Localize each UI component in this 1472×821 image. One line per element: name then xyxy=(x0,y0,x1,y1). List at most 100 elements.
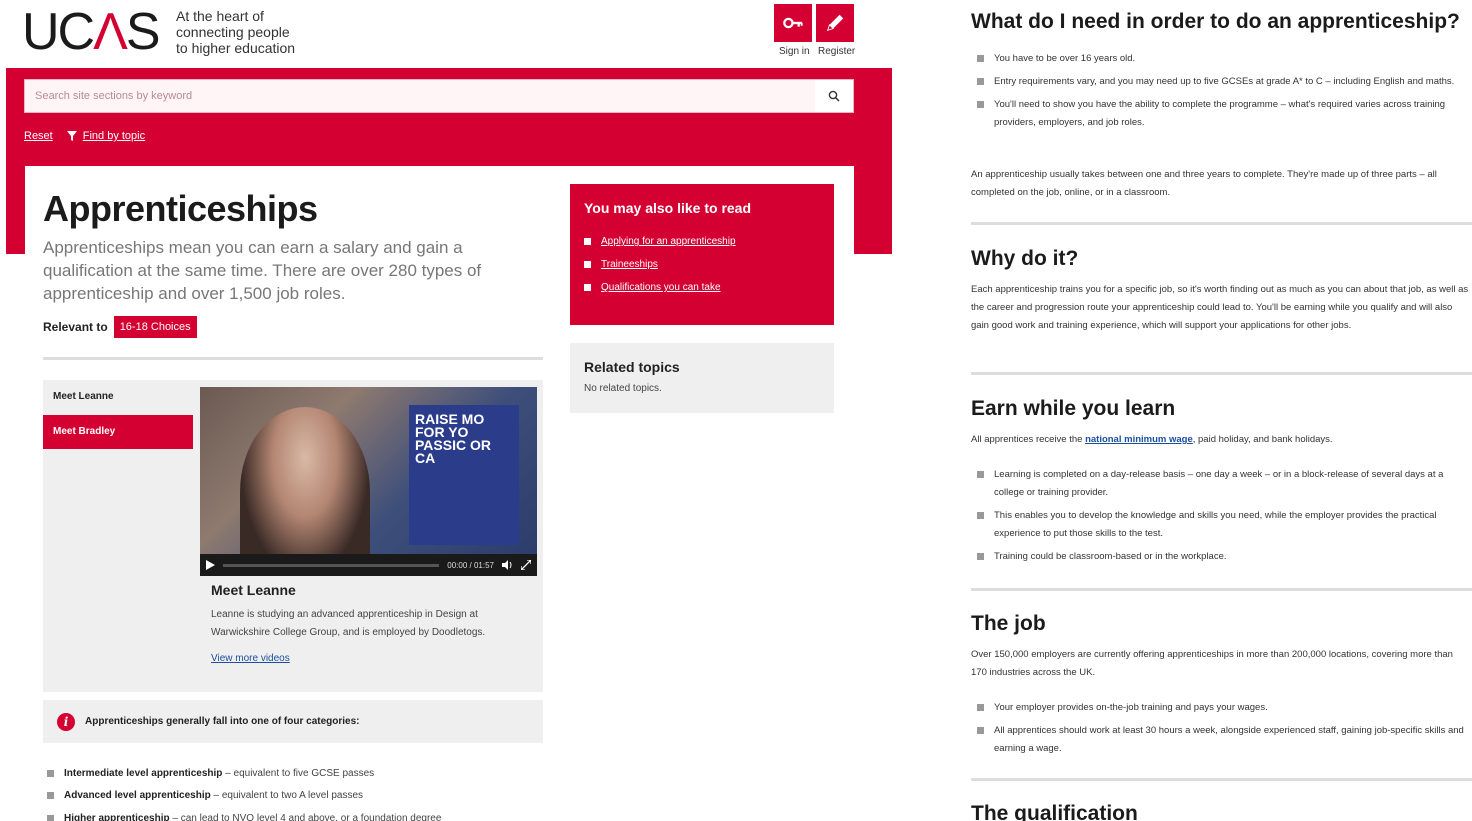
list-item-text: Training could be classroom-based or in … xyxy=(994,551,1227,562)
list-item-text: You'll need to show you have the ability… xyxy=(994,99,1446,128)
filter-icon xyxy=(66,131,77,141)
key-icon xyxy=(783,17,803,29)
list-item: You'll need to show you have the ability… xyxy=(977,96,1472,132)
why-paragraph: Each apprenticeship trains you for a spe… xyxy=(971,284,1469,331)
section-title-qualification: The qualification xyxy=(971,802,1138,821)
also-read-link[interactable]: Traineeships xyxy=(601,259,658,270)
left-page: UCΛS At the heart of connecting people t… xyxy=(0,0,900,821)
info-icon: i xyxy=(57,712,75,731)
right-page: What do I need in order to do an apprent… xyxy=(971,0,1472,821)
video-progress[interactable] xyxy=(223,563,440,567)
also-read-title: You may also like to read xyxy=(584,200,752,216)
also-read-link[interactable]: Qualifications you can take xyxy=(601,282,721,293)
category-list: Intermediate level apprenticeship – equi… xyxy=(47,762,441,821)
register-label[interactable]: Register xyxy=(818,46,855,57)
earn-list: Learning is completed on a day-release b… xyxy=(977,466,1472,571)
also-read-panel: You may also like to read Applying for a… xyxy=(570,184,834,325)
tagline: At the heart of connecting people to hig… xyxy=(176,8,295,56)
list-item-text: You have to be over 16 years old. xyxy=(994,53,1136,64)
related-topics-title: Related topics xyxy=(584,359,680,375)
divider xyxy=(971,778,1472,781)
related-topics-panel: Related topics No related topics. xyxy=(570,343,834,413)
also-read-item: Applying for an apprenticeship xyxy=(584,230,820,253)
info-box: i Apprenticeships generally fall into on… xyxy=(43,700,543,743)
sign-in-button[interactable] xyxy=(774,4,812,42)
search-button[interactable] xyxy=(815,80,853,112)
divider xyxy=(971,372,1472,375)
category-name: Intermediate level apprenticeship xyxy=(64,767,223,779)
list-item-text: Learning is completed on a day-release b… xyxy=(994,469,1444,498)
list-item: Higher apprenticeship – can lead to NVQ … xyxy=(47,807,441,821)
main-content: Apprenticeships Apprenticeships mean you… xyxy=(25,166,854,821)
find-by-topic-link[interactable]: Find by topic xyxy=(83,130,145,142)
view-more-videos-link[interactable]: View more videos xyxy=(211,653,290,664)
category-desc: – equivalent to two A level passes xyxy=(210,790,364,802)
list-item: Advanced level apprenticeship – equivale… xyxy=(47,785,441,808)
video-player[interactable]: RAISE MO FOR YO PASSIC OR CA 00:00 / 01:… xyxy=(200,387,537,576)
relevant-badge[interactable]: 16-18 Choices xyxy=(113,316,197,338)
list-item: Learning is completed on a day-release b… xyxy=(977,466,1472,502)
page-title: Apprenticeships xyxy=(43,188,318,229)
need-paragraph: An apprenticeship usually takes between … xyxy=(971,169,1437,198)
ucas-logo[interactable]: UCΛS xyxy=(22,6,161,58)
video-poster-text: RAISE MO FOR YO PASSIC OR CA xyxy=(409,405,519,545)
tagline-line: to higher education xyxy=(176,40,296,56)
divider xyxy=(43,357,543,360)
also-read-item: Traineeships xyxy=(584,253,820,276)
sign-in-label[interactable]: Sign in xyxy=(779,46,810,57)
find-by-topic[interactable]: Find by topic xyxy=(66,130,145,142)
video-title: Meet Leanne xyxy=(211,582,296,598)
search-input[interactable]: Search site sections by keyword xyxy=(24,79,854,113)
tab-meet-bradley[interactable]: Meet Bradley xyxy=(43,415,193,449)
list-item-text: Entry requirements vary, and you may nee… xyxy=(994,76,1455,87)
list-item: Training could be classroom-based or in … xyxy=(977,548,1472,566)
relevant-label: Relevant to xyxy=(43,320,108,334)
video-controls: 00:00 / 01:57 xyxy=(200,554,537,576)
tagline-line: At the heart of xyxy=(176,8,264,24)
also-read-item: Qualifications you can take xyxy=(584,276,820,299)
job-list: Your employer provides on-the-job traini… xyxy=(977,699,1472,763)
tab-meet-leanne[interactable]: Meet Leanne xyxy=(43,380,193,414)
search-tools: Reset Find by topic xyxy=(24,130,145,142)
section-title-job: The job xyxy=(971,612,1046,635)
divider xyxy=(971,588,1472,591)
earn-intro-text: , paid holiday, and bank holidays. xyxy=(1192,434,1333,445)
section-title-earn: Earn while you learn xyxy=(971,397,1176,420)
list-item: Entry requirements vary, and you may nee… xyxy=(977,73,1472,91)
list-item: Your employer provides on-the-job traini… xyxy=(977,699,1472,717)
also-read-link[interactable]: Applying for an apprenticeship xyxy=(601,236,736,247)
list-item-text: This enables you to develop the knowledg… xyxy=(994,510,1437,539)
page-intro: Apprenticeships mean you can earn a sala… xyxy=(43,238,482,303)
video-time: 00:00 / 01:57 xyxy=(447,560,494,570)
search-icon xyxy=(828,90,840,102)
list-item: You have to be over 16 years old. xyxy=(977,50,1472,68)
list-item-text: Your employer provides on-the-job traini… xyxy=(994,702,1268,713)
video-thumbnail-person xyxy=(240,407,370,576)
category-name: Advanced level apprenticeship xyxy=(64,790,211,802)
reset-link[interactable]: Reset xyxy=(24,130,53,142)
category-desc: – equivalent to five GCSE passes xyxy=(222,767,375,779)
divider xyxy=(971,222,1472,225)
fullscreen-icon[interactable] xyxy=(521,560,531,570)
pencil-icon xyxy=(826,14,844,32)
search-placeholder: Search site sections by keyword xyxy=(35,90,193,102)
volume-icon[interactable] xyxy=(502,560,513,570)
job-paragraph: Over 150,000 employers are currently off… xyxy=(971,649,1453,678)
info-text: Apprenticeships generally fall into one … xyxy=(85,716,360,727)
video-description: Leanne is studying an advanced apprentic… xyxy=(211,609,486,638)
tagline-line: connecting people xyxy=(176,24,290,40)
play-icon[interactable] xyxy=(206,560,215,570)
list-item-text: All apprentices should work at least 30 … xyxy=(994,725,1464,754)
video-panel: Meet Leanne Meet Bradley RAISE MO FOR YO… xyxy=(43,380,543,692)
category-name: Higher apprenticeship xyxy=(64,812,170,821)
list-item: All apprentices should work at least 30 … xyxy=(977,722,1472,758)
earn-intro-text: All apprentices receive the xyxy=(971,434,1086,445)
earn-intro: All apprentices receive the national min… xyxy=(971,431,1471,449)
site-header: UCΛS At the heart of connecting people t… xyxy=(0,0,900,68)
national-minimum-wage-link[interactable]: national minimum wage xyxy=(1085,434,1193,445)
section-title-need: What do I need in order to do an apprent… xyxy=(971,10,1460,33)
register-button[interactable] xyxy=(816,4,854,42)
category-desc: – can lead to NVQ level 4 and above, or … xyxy=(169,812,442,821)
need-list: You have to be over 16 years old. Entry … xyxy=(977,50,1472,137)
relevant-to: Relevant to 16-18 Choices xyxy=(43,316,197,338)
